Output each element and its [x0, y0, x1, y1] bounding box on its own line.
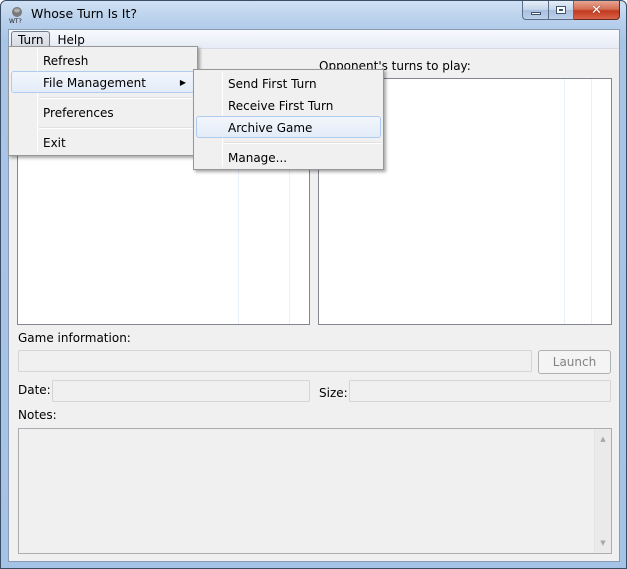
app-icon: WT? — [9, 7, 22, 24]
menu-separator — [39, 97, 195, 99]
notes-scrollbar[interactable]: ▲ ▼ — [594, 429, 611, 553]
scroll-down-icon[interactable]: ▼ — [595, 539, 611, 547]
menu-item-label: Exit — [43, 136, 66, 150]
submenu-arrow-icon: ▶ — [179, 78, 186, 87]
menu-item-manage[interactable]: Manage... — [196, 146, 381, 168]
date-label: Date: — [18, 383, 51, 397]
minimize-icon — [530, 11, 541, 15]
caption-buttons: ✕ — [522, 1, 620, 20]
maximize-icon — [556, 6, 566, 14]
close-icon: ✕ — [591, 2, 602, 18]
menu-item-file-management[interactable]: File Management ▶ — [11, 71, 195, 93]
menu-item-label: Send First Turn — [228, 77, 317, 91]
maximize-button[interactable] — [549, 1, 574, 20]
title-bar[interactable]: WT? Whose Turn Is It? ✕ — [1, 1, 626, 29]
menu-item-label: Archive Game — [228, 121, 313, 135]
menu-item-exit[interactable]: Exit — [11, 131, 195, 153]
menu-separator — [39, 127, 195, 129]
file-management-submenu: Send First Turn Receive First Turn Archi… — [193, 69, 384, 170]
menu-item-label: Manage... — [228, 151, 288, 165]
notes-label: Notes: — [18, 408, 57, 422]
menu-item-label: Refresh — [43, 54, 89, 68]
window-title: Whose Turn Is It? — [31, 6, 137, 21]
menu-item-archive-game[interactable]: Archive Game — [196, 116, 381, 138]
menu-item-refresh[interactable]: Refresh — [11, 49, 195, 71]
size-label: Size: — [319, 386, 348, 400]
launch-button[interactable]: Launch — [538, 350, 611, 374]
scroll-up-icon[interactable]: ▲ — [595, 435, 611, 443]
size-field[interactable] — [349, 380, 611, 402]
menu-separator — [224, 142, 381, 144]
game-info-field[interactable] — [18, 350, 532, 372]
menu-item-send-first-turn[interactable]: Send First Turn — [196, 72, 381, 94]
close-button[interactable]: ✕ — [574, 1, 620, 20]
minimize-button[interactable] — [522, 1, 549, 20]
menu-turn[interactable]: Turn — [11, 30, 51, 48]
game-info-label: Game information: — [18, 331, 131, 345]
menu-item-preferences[interactable]: Preferences — [11, 101, 195, 123]
menu-item-label: Receive First Turn — [228, 99, 334, 113]
menu-item-label: File Management — [43, 76, 146, 90]
list-column-divider — [591, 79, 592, 324]
svg-text:WT?: WT? — [9, 18, 22, 24]
menu-item-label: Preferences — [43, 106, 114, 120]
list-column-divider — [564, 79, 565, 324]
menu-help[interactable]: Help — [50, 31, 91, 48]
date-field[interactable] — [52, 380, 310, 402]
notes-textarea[interactable]: ▲ ▼ — [18, 428, 612, 554]
menu-item-receive-first-turn[interactable]: Receive First Turn — [196, 94, 381, 116]
turn-menu-popup: Refresh File Management ▶ Preferences Ex… — [8, 46, 198, 156]
